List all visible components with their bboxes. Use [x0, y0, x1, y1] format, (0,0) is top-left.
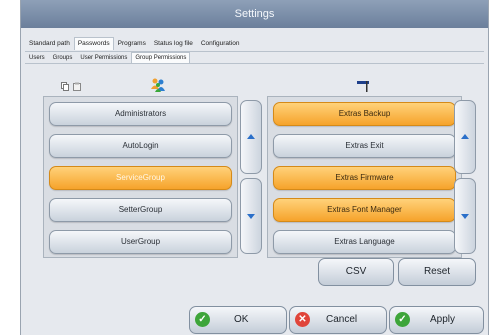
csv-button[interactable]: CSV	[318, 258, 394, 286]
tab-standard-path[interactable]: Standard path	[25, 37, 74, 51]
group-item-settergroup[interactable]: SetterGroup	[49, 198, 232, 222]
subtab-divider	[25, 63, 484, 64]
settings-window: Settings Standard path Passwords Program…	[20, 0, 489, 335]
chevron-down-icon	[461, 214, 469, 219]
groups-scroll-up-button[interactable]	[240, 100, 262, 174]
apply-label: Apply	[430, 314, 456, 325]
tab-group-permissions[interactable]: Group Permissions	[131, 52, 191, 63]
cancel-icon: ✕	[295, 312, 310, 327]
tab-passwords[interactable]: Passwords	[73, 37, 114, 50]
ok-label: OK	[234, 314, 249, 325]
group-item-servicegroup[interactable]: ServiceGroup	[49, 166, 232, 190]
tab-status-log-file[interactable]: Status log file	[150, 37, 197, 51]
permissions-scroll-down-button[interactable]	[454, 178, 476, 254]
permission-item-extras-exit[interactable]: Extras Exit	[273, 134, 456, 158]
group-item-usergroup[interactable]: UserGroup	[49, 230, 232, 254]
group-item-administrators[interactable]: Administrators	[49, 102, 232, 126]
permissions-scroll-up-button[interactable]	[454, 100, 476, 174]
group-item-autologin[interactable]: AutoLogin	[49, 134, 232, 158]
reset-button[interactable]: Reset	[398, 258, 476, 286]
permission-item-extras-backup[interactable]: Extras Backup	[273, 102, 456, 126]
cancel-label: Cancel	[326, 314, 358, 325]
group-people-icon	[151, 78, 165, 92]
chevron-down-icon	[247, 214, 255, 219]
chevron-up-icon	[247, 134, 255, 139]
permission-flag-icon	[357, 81, 369, 92]
permission-item-extras-language[interactable]: Extras Language	[273, 230, 456, 254]
paste-icon[interactable]	[73, 82, 81, 91]
primary-tab-bar: Standard path Passwords Programs Status …	[25, 37, 244, 51]
checkmark-icon: ✓	[195, 312, 210, 327]
checkmark-icon: ✓	[395, 312, 410, 327]
apply-button[interactable]: ✓ Apply	[389, 306, 484, 334]
ok-button[interactable]: ✓ OK	[189, 306, 287, 334]
window-title: Settings	[21, 0, 488, 28]
tab-programs[interactable]: Programs	[114, 37, 150, 51]
chevron-up-icon	[461, 134, 469, 139]
permission-item-extras-font-manager[interactable]: Extras Font Manager	[273, 198, 456, 222]
permission-item-extras-firmware[interactable]: Extras Firmware	[273, 166, 456, 190]
groups-scroll-down-button[interactable]	[240, 178, 262, 254]
tab-configuration[interactable]: Configuration	[197, 37, 244, 51]
copy-icon[interactable]	[61, 82, 69, 91]
cancel-button[interactable]: ✕ Cancel	[289, 306, 387, 334]
